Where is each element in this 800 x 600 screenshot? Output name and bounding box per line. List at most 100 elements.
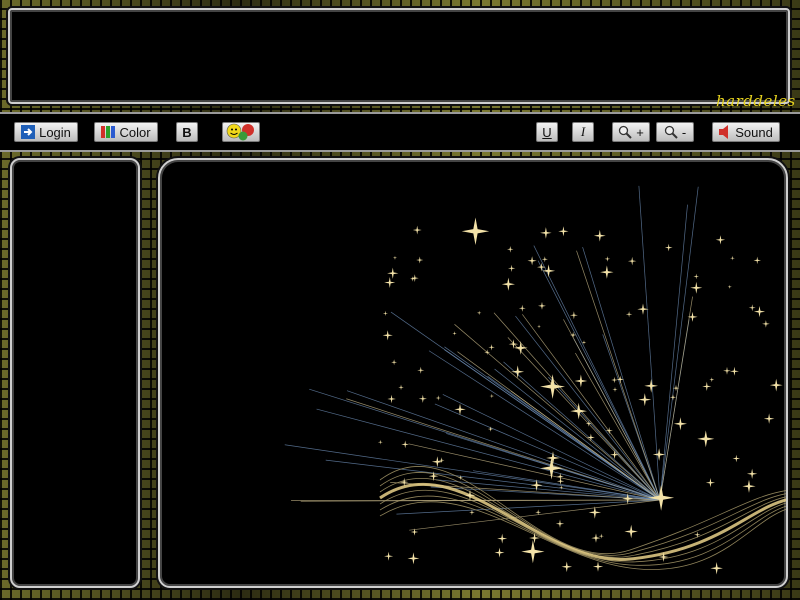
star-sparkle xyxy=(697,430,715,448)
star-sparkle xyxy=(693,273,699,280)
color-palette-icon xyxy=(101,126,116,138)
firework-rays xyxy=(284,185,699,531)
star-sparkle xyxy=(710,562,723,575)
firework-ray xyxy=(493,312,661,501)
star-sparkle xyxy=(461,217,490,245)
star-sparkle xyxy=(464,489,476,501)
italic-label: I xyxy=(580,124,586,139)
star-sparkle xyxy=(540,374,565,399)
star-sparkle xyxy=(610,450,619,460)
star-sparkle xyxy=(412,225,422,235)
star-sparkle xyxy=(538,301,546,310)
firework-ray xyxy=(457,351,661,501)
star-sparkle xyxy=(664,243,673,252)
firework-ray xyxy=(346,390,661,501)
star-sparkle xyxy=(690,281,703,294)
login-button[interactable]: Login xyxy=(14,122,78,142)
star-sparkle xyxy=(537,262,546,272)
italic-button[interactable]: I xyxy=(572,122,594,142)
firework-ray xyxy=(428,350,661,501)
star-sparkle xyxy=(555,519,565,528)
star-sparkle xyxy=(382,310,388,316)
firework-ray xyxy=(582,247,661,501)
star-sparkle xyxy=(732,454,741,463)
star-sparkle xyxy=(702,381,712,391)
star-sparkle xyxy=(762,320,770,328)
zoom-in-button[interactable]: + xyxy=(612,122,650,142)
star-sparkle xyxy=(435,395,441,401)
fireworks-decoration xyxy=(284,185,786,575)
star-sparkle xyxy=(644,379,658,393)
star-sparkle xyxy=(709,377,715,383)
star-sparkle xyxy=(417,366,425,374)
star-sparkle xyxy=(431,456,443,468)
smiley-faces-icon xyxy=(225,123,257,141)
star-sparkle xyxy=(727,284,732,289)
star-sparkle xyxy=(753,256,761,265)
star-sparkle xyxy=(508,264,516,272)
star-sparkle xyxy=(769,378,783,392)
star-sparkle xyxy=(763,413,775,424)
gold-wave-line xyxy=(379,478,786,558)
star-sparkle xyxy=(377,439,383,445)
star-sparkle xyxy=(669,394,677,401)
star-sparkle xyxy=(489,393,495,399)
login-label: Login xyxy=(39,124,71,140)
color-label: Color xyxy=(119,124,151,140)
star-sparkle xyxy=(569,311,578,320)
zoom-out-button[interactable]: - xyxy=(656,122,694,142)
star-sparkle xyxy=(387,267,399,279)
star-sparkle xyxy=(624,524,638,539)
star-sparkle xyxy=(384,277,396,288)
star-sparkle xyxy=(558,226,569,237)
star-sparkle xyxy=(593,229,606,242)
firework-ray xyxy=(576,250,661,501)
magnifier-minus-icon xyxy=(664,125,678,139)
star-sparkle xyxy=(742,479,756,493)
zoom-in-label: + xyxy=(636,124,644,140)
star-sparkle xyxy=(627,256,637,266)
star-sparkle xyxy=(729,366,739,376)
bold-label: B xyxy=(182,124,192,140)
star-sparkle xyxy=(694,531,701,538)
star-sparkle xyxy=(382,330,393,341)
star-sparkle xyxy=(561,561,573,573)
star-sparkle xyxy=(418,394,427,403)
firework-ray xyxy=(325,459,661,501)
underline-label: U xyxy=(542,124,552,140)
star-sparkle xyxy=(384,551,394,561)
star-sparkle xyxy=(723,366,731,375)
star-sparkle xyxy=(454,403,466,416)
star-sparkle xyxy=(600,265,614,279)
bold-button[interactable]: B xyxy=(176,122,198,142)
toolbar: Login Color B U I + - Sound xyxy=(0,112,800,152)
star-sparkle xyxy=(591,533,601,543)
emoticons-button[interactable] xyxy=(222,122,260,142)
star-sparkle xyxy=(574,374,588,388)
star-sparkle xyxy=(546,451,560,465)
top-banner-panel xyxy=(8,8,790,104)
zoom-out-label: - xyxy=(681,124,687,140)
gold-wave-ribbon xyxy=(379,466,786,570)
star-sparkle xyxy=(392,255,398,260)
firework-ray xyxy=(659,186,699,501)
login-arrow-icon xyxy=(21,125,36,139)
star-sparkle xyxy=(410,274,419,282)
star-sparkle xyxy=(501,277,515,291)
star-sparkle xyxy=(540,227,552,239)
firework-ray xyxy=(454,324,661,501)
user-list-panel xyxy=(10,158,140,588)
star-sparkle xyxy=(715,235,726,245)
sound-button[interactable]: Sound xyxy=(712,122,780,142)
star-sparkle xyxy=(494,547,505,558)
firework-ray xyxy=(390,311,661,501)
star-sparkle xyxy=(513,341,528,355)
star-sparkle xyxy=(452,331,457,336)
star-sparkle xyxy=(705,478,716,488)
star-sparkle xyxy=(598,533,604,539)
color-button[interactable]: Color xyxy=(94,122,158,142)
star-sparkle xyxy=(416,256,424,264)
star-sparkle xyxy=(592,561,604,572)
star-sparkle xyxy=(401,440,409,449)
underline-button[interactable]: U xyxy=(536,122,558,142)
